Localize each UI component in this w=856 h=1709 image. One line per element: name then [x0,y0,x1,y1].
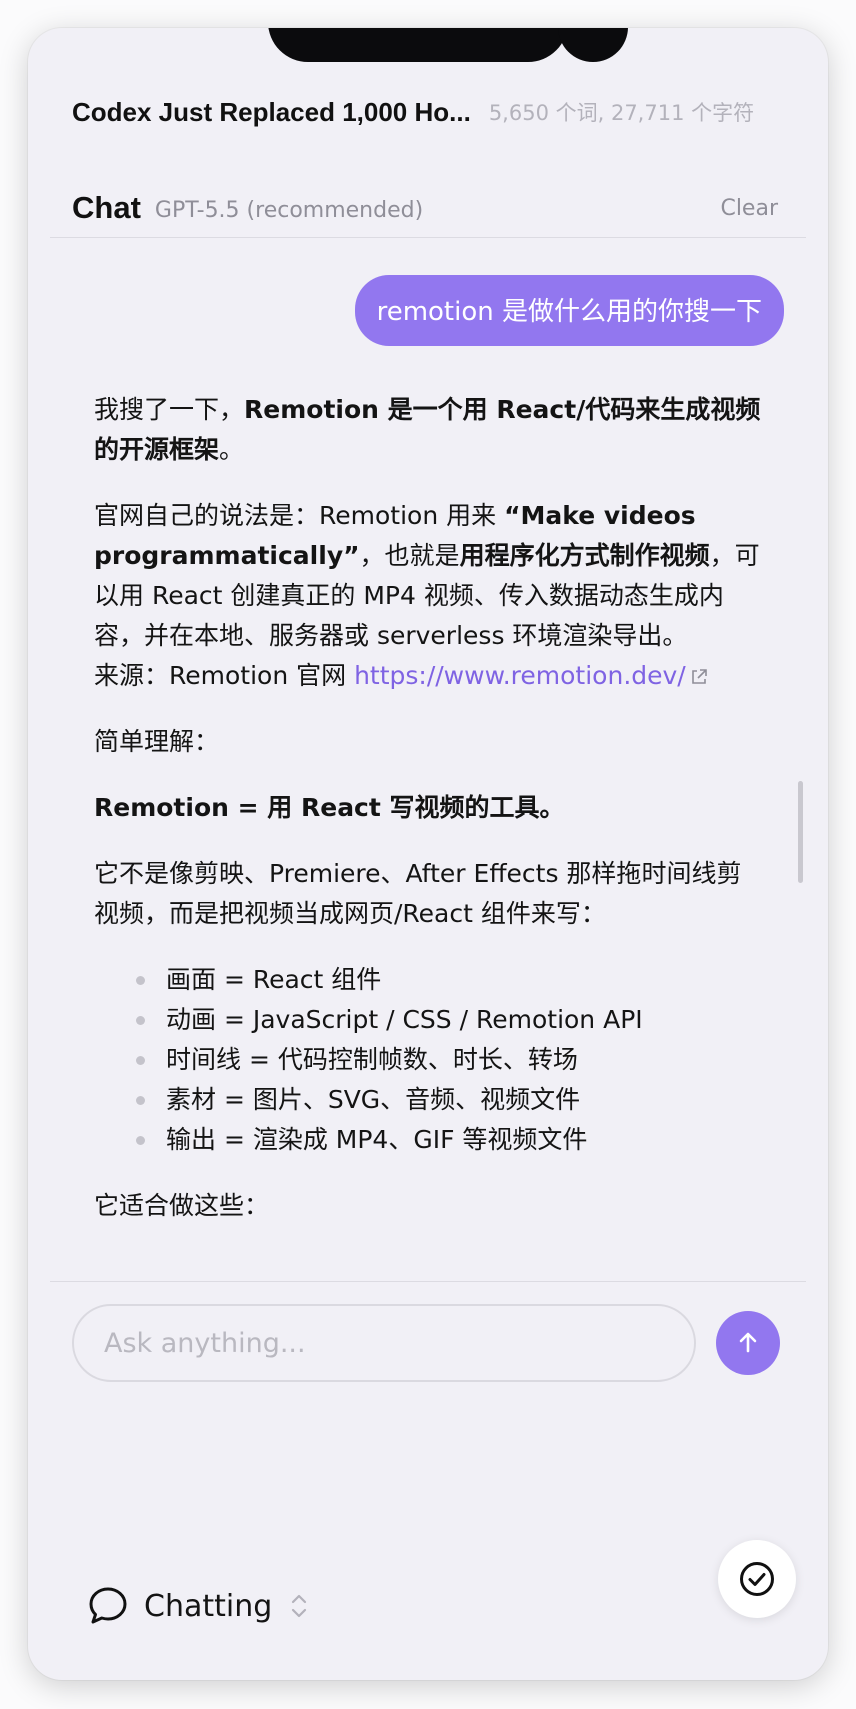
answer-text: 我搜了一下， [94,395,245,424]
chat-input[interactable] [72,1304,696,1382]
document-title: Codex Just Replaced 1,000 Ho... [72,96,471,127]
user-message: remotion 是做什么用的你搜一下 [354,275,784,346]
check-circle-icon [740,1562,774,1596]
mode-label: Chatting [144,1588,273,1624]
done-button[interactable] [718,1540,796,1618]
answer-bold-text: Remotion = 用 React 写视频的工具。 [94,793,565,822]
device-camera [558,28,628,62]
answer-paragraph: 简单理解： [94,727,220,756]
list-item: 素材 = 图片、SVG、音频、视频文件 [136,1080,764,1120]
model-selector[interactable]: GPT-5.5 (recommended) [155,198,423,223]
answer-paragraph: 它适合做这些： [94,1191,270,1220]
answer-paragraph: 我搜了一下，Remotion 是一个用 React/代码来生成视频的开源框架。 [94,390,764,470]
message-list[interactable]: remotion 是做什么用的你搜一下 我搜了一下，Remotion 是一个用 … [28,238,828,1281]
answer-text: ，也就是 [359,541,460,570]
document-header: Codex Just Replaced 1,000 Ho... 5,650 个词… [72,72,812,152]
chat-header: Chat GPT-5.5 (recommended) Clear [72,173,798,243]
mode-selector[interactable]: Chatting [86,1576,308,1636]
send-button[interactable] [716,1311,780,1375]
answer-paragraph: 官网自己的说法是：Remotion 用来 “Make videos progra… [94,496,764,696]
source-label: 来源：Remotion 官网 [94,661,355,690]
input-divider [50,1281,806,1282]
list-item: 动画 = JavaScript / CSS / Remotion API [136,1000,764,1040]
external-link-icon[interactable] [690,668,708,686]
composer [72,1302,784,1384]
arrow-up-icon [739,1332,757,1353]
clear-button[interactable]: Clear [720,196,778,221]
answer-list: 画面 = React 组件 动画 = JavaScript / CSS / Re… [94,960,764,1160]
source-link[interactable]: https://www.remotion.dev/ [354,661,686,690]
answer-text: 官网自己的说法是：Remotion 用来 [94,501,505,530]
list-item: 输出 = 渲染成 MP4、GIF 等视频文件 [136,1120,764,1160]
assistant-message: 我搜了一下，Remotion 是一个用 React/代码来生成视频的开源框架。 … [94,390,764,1252]
chevron-up-down-icon [292,1594,307,1618]
document-stats: 5,650 个词, 27,711 个字符 [488,101,755,125]
answer-text: 。 [219,435,245,464]
answer-bold-text: 用程序化方式制作视频 [459,541,710,570]
chat-bubble-icon [89,1587,127,1624]
answer-paragraph: Remotion = 用 React 写视频的工具。 [94,788,764,828]
assistant-panel: Codex Just Replaced 1,000 Ho... 5,650 个词… [28,28,828,1680]
device-notch [268,28,568,62]
answer-paragraph: 它不是像剪映、Premiere、After Effects 那样拖时间线剪视频，… [94,859,742,928]
list-item: 画面 = React 组件 [136,960,764,1000]
chat-title: Chat [72,190,141,225]
message-scrollbar[interactable] [798,781,803,883]
list-item: 时间线 = 代码控制帧数、时长、转场 [136,1040,764,1080]
